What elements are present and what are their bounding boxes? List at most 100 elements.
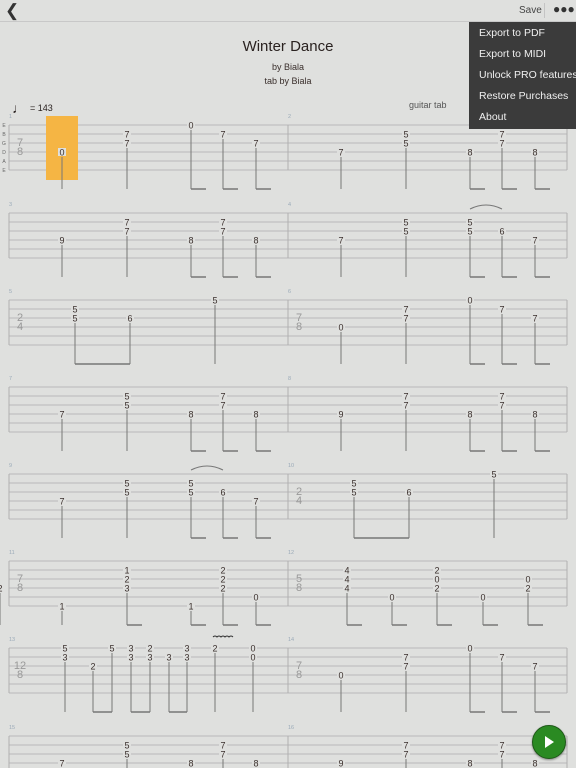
fret-number: 0 — [338, 671, 343, 681]
string-name: E — [2, 168, 6, 174]
fret-number: 6 — [406, 488, 411, 498]
string-name: A — [2, 159, 6, 165]
fret-number: 5 — [109, 644, 114, 654]
bar-number: 4 — [288, 202, 291, 208]
fret-number: 8 — [532, 410, 537, 420]
fret-number: 0 — [188, 121, 193, 131]
fret-number: 3 — [166, 653, 171, 663]
fret-number: 1 — [59, 602, 64, 612]
fret-number: 7 — [220, 401, 225, 411]
time-signature-bottom: 8 — [17, 669, 23, 681]
time-signature-bottom: 8 — [296, 669, 302, 681]
time-signature-bottom: 4 — [17, 321, 23, 333]
fret-number: 2 — [220, 584, 225, 594]
fret-number: 7 — [124, 227, 129, 237]
fret-number: 7 — [59, 759, 64, 768]
menu-item-restore-purchases[interactable]: Restore Purchases — [479, 90, 568, 102]
bar-number: 8 — [288, 376, 291, 382]
menu-item-unlock-pro[interactable]: Unlock PRO features — [479, 69, 576, 81]
fret-number: 7 — [59, 410, 64, 420]
bar-number: 11 — [9, 550, 15, 556]
fret-number: 7 — [403, 662, 408, 672]
fret-number: 5 — [124, 488, 129, 498]
fret-number: 7 — [338, 148, 343, 158]
fret-number: 8 — [467, 148, 472, 158]
fret-number: 3 — [128, 653, 133, 663]
fret-number: 8 — [532, 759, 537, 768]
fret-number: 8 — [467, 759, 472, 768]
menu-item-export-midi[interactable]: Export to MIDI — [479, 48, 546, 60]
bar-number: 16 — [288, 725, 294, 731]
options-menu: Export to PDF Export to MIDI Unlock PRO … — [469, 22, 576, 129]
fret-number: 0 — [250, 653, 255, 663]
play-button[interactable] — [532, 725, 566, 759]
time-signature-bottom: 8 — [296, 582, 302, 594]
fret-number: 3 — [124, 584, 129, 594]
fret-number: 7 — [403, 314, 408, 324]
fret-number: 7 — [253, 497, 258, 507]
string-name: B — [2, 132, 6, 138]
fret-number: 7 — [532, 662, 537, 672]
fret-number: 0 — [338, 323, 343, 333]
fret-number: 3 — [62, 653, 67, 663]
bar-number: 13 — [9, 637, 15, 643]
fret-number: 1 — [188, 602, 193, 612]
string-name: E — [2, 123, 6, 129]
fret-number: 2 — [0, 584, 3, 594]
menu-item-export-pdf[interactable]: Export to PDF — [479, 27, 545, 39]
fret-number: 4 — [344, 584, 349, 594]
fret-number: 9 — [338, 410, 343, 420]
fret-number: 0 — [59, 148, 64, 158]
fret-number: 8 — [467, 410, 472, 420]
fret-number: 7 — [499, 750, 504, 760]
fret-number: 6 — [220, 488, 225, 498]
time-signature-bottom: 8 — [17, 582, 23, 594]
fret-number: 5 — [212, 296, 217, 306]
fret-number: 8 — [188, 236, 193, 246]
bar-number: 6 — [288, 289, 291, 295]
bar-number: 9 — [9, 463, 12, 469]
fret-number: 5 — [467, 227, 472, 237]
bar-number: 14 — [288, 637, 294, 643]
string-name: D — [2, 150, 6, 156]
fret-number: 5 — [491, 470, 496, 480]
fret-number: 5 — [72, 314, 77, 324]
fret-number: 7 — [499, 139, 504, 149]
string-name: G — [2, 141, 6, 147]
fret-number: 8 — [188, 410, 193, 420]
fret-number: 0 — [480, 593, 485, 603]
time-signature-bottom: 8 — [296, 321, 302, 333]
fret-number: 2 — [90, 662, 95, 672]
fret-number: 6 — [499, 227, 504, 237]
slur — [469, 204, 503, 210]
fret-number: 7 — [338, 236, 343, 246]
fret-number: 2 — [212, 644, 217, 654]
time-signature-bottom: 4 — [296, 495, 302, 507]
fret-number: 8 — [253, 759, 258, 768]
fret-number: 0 — [467, 296, 472, 306]
fret-number: 5 — [188, 488, 193, 498]
bar-number: 12 — [288, 550, 294, 556]
fret-number: 5 — [124, 750, 129, 760]
fret-number: 5 — [351, 488, 356, 498]
menu-item-about[interactable]: About — [479, 111, 506, 123]
fret-number: 7 — [499, 401, 504, 411]
fret-number: 7 — [124, 139, 129, 149]
fret-number: 2 — [525, 584, 530, 594]
fret-number: 9 — [338, 759, 343, 768]
fret-number: 5 — [124, 401, 129, 411]
bar-number: 3 — [9, 202, 12, 208]
fret-number: 0 — [253, 593, 258, 603]
bar-number: 2 — [288, 114, 291, 120]
fret-number: 3 — [184, 653, 189, 663]
fret-number: 7 — [220, 130, 225, 140]
fret-number: 8 — [532, 148, 537, 158]
fret-number: 5 — [403, 227, 408, 237]
time-signature-bottom: 8 — [17, 146, 23, 158]
fret-number: 7 — [253, 139, 258, 149]
fret-number: 3 — [147, 653, 152, 663]
fret-number: 0 — [389, 593, 394, 603]
fret-number: 7 — [532, 236, 537, 246]
fret-number: 9 — [59, 236, 64, 246]
slur — [190, 465, 224, 471]
